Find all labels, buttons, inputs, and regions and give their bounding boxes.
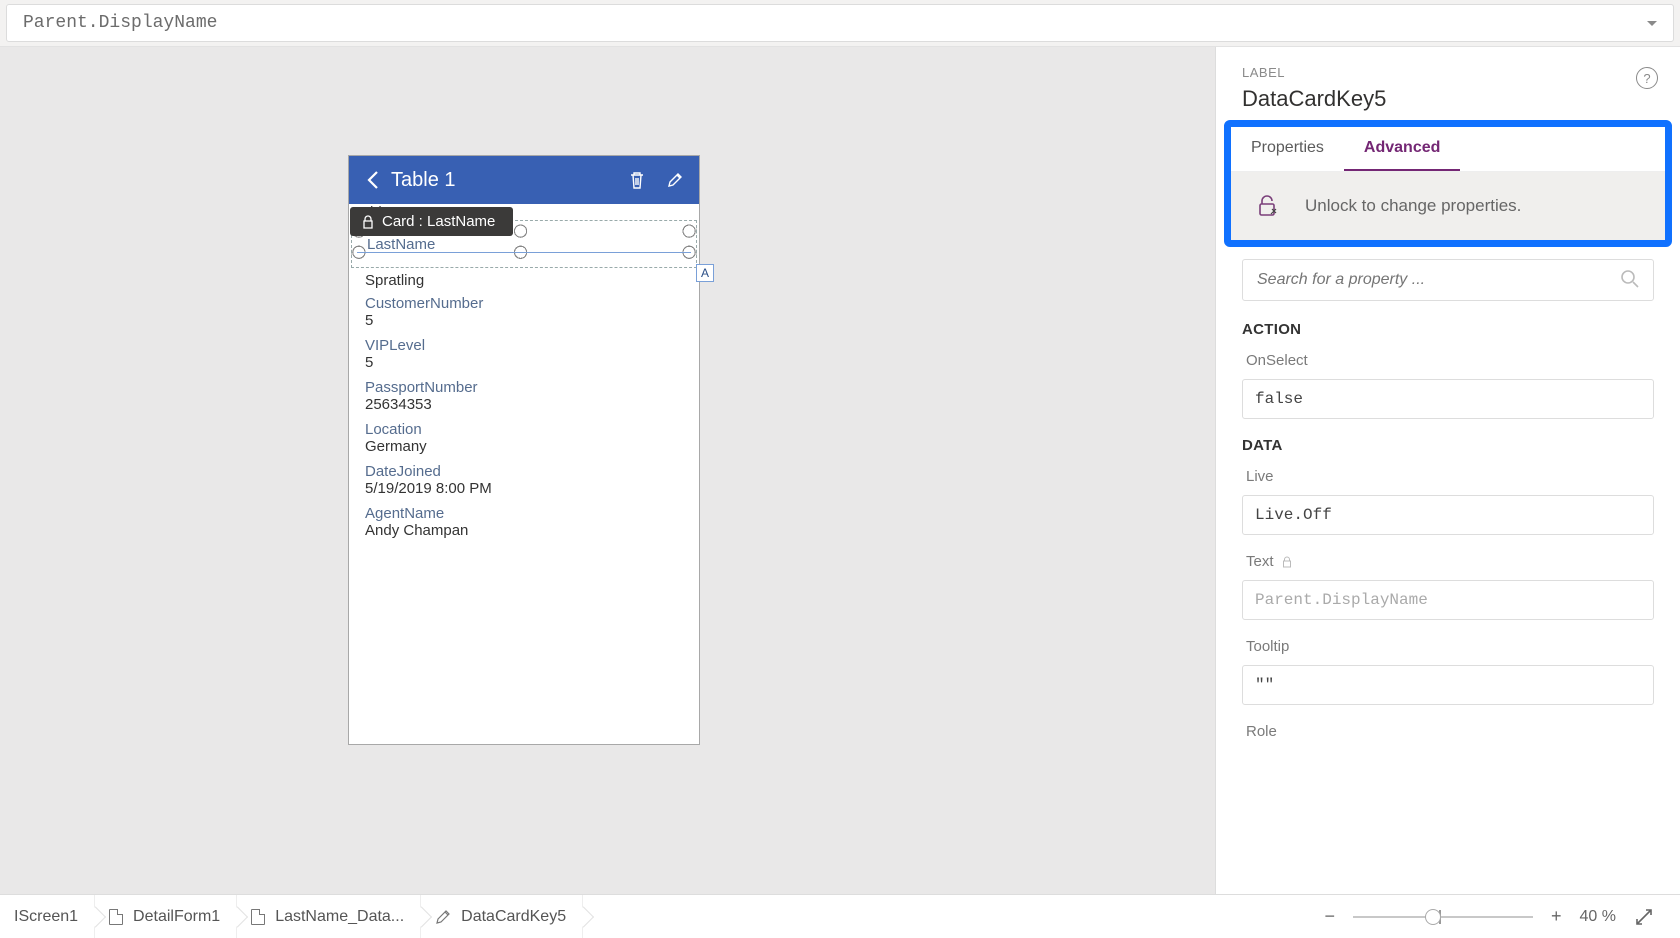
selected-label: LastName bbox=[367, 236, 435, 253]
tab-advanced[interactable]: Advanced bbox=[1344, 127, 1460, 171]
main-area: Table 1 dd LastName A Spratling bbox=[0, 47, 1680, 894]
breadcrumb-label: DetailForm1 bbox=[133, 908, 220, 926]
field-value: Andy Champan bbox=[365, 522, 683, 539]
control-type-label: LABEL bbox=[1242, 65, 1654, 80]
breadcrumb-label: LastName_Data... bbox=[275, 908, 404, 926]
lock-icon bbox=[362, 215, 374, 229]
control-name: DataCardKey5 bbox=[1242, 86, 1654, 112]
document-icon bbox=[109, 909, 123, 925]
property-search[interactable] bbox=[1242, 259, 1654, 301]
zoom-controls: − + 40 % bbox=[1325, 906, 1680, 927]
prop-label-text-text: Text bbox=[1246, 553, 1274, 570]
zoom-slider[interactable] bbox=[1353, 916, 1533, 918]
panel-body: ACTION OnSelect false DATA Live Live.Off… bbox=[1216, 247, 1680, 762]
field-value: Germany bbox=[365, 438, 683, 455]
unlock-icon bbox=[1251, 190, 1283, 222]
prop-label-live: Live bbox=[1246, 468, 1650, 485]
field-row[interactable]: DateJoined 5/19/2019 8:00 PM bbox=[349, 461, 699, 503]
prop-field-tooltip[interactable]: "" bbox=[1242, 665, 1654, 705]
app-preview[interactable]: Table 1 dd LastName A Spratling bbox=[348, 155, 700, 745]
help-icon[interactable]: ? bbox=[1636, 67, 1658, 89]
field-row[interactable]: PassportNumber 25634353 bbox=[349, 377, 699, 419]
field-row[interactable]: Location Germany bbox=[349, 419, 699, 461]
tab-row: Properties Advanced bbox=[1231, 127, 1665, 172]
search-icon bbox=[1618, 267, 1642, 291]
section-data: DATA bbox=[1242, 437, 1654, 454]
field-value: 25634353 bbox=[365, 396, 683, 413]
chevron-down-icon[interactable] bbox=[1647, 21, 1657, 26]
breadcrumb-screen[interactable]: IScreen1 bbox=[0, 895, 95, 938]
document-icon bbox=[251, 909, 265, 925]
canvas[interactable]: Table 1 dd LastName A Spratling bbox=[0, 47, 1215, 894]
prop-field-onselect[interactable]: false bbox=[1242, 379, 1654, 419]
field-value: 5/19/2019 8:00 PM bbox=[365, 480, 683, 497]
field-label: VIPLevel bbox=[365, 337, 683, 354]
alignment-indicator: A bbox=[696, 264, 714, 282]
property-search-input[interactable] bbox=[1242, 259, 1654, 301]
section-action: ACTION bbox=[1242, 321, 1654, 338]
panel-header: LABEL DataCardKey5 ? bbox=[1216, 47, 1680, 116]
field-label: DateJoined bbox=[365, 463, 683, 480]
pencil-icon bbox=[435, 909, 451, 925]
prop-label-role: Role bbox=[1246, 723, 1650, 740]
formula-input[interactable]: Parent.DisplayName bbox=[6, 4, 1674, 42]
breadcrumb-label: IScreen1 bbox=[14, 908, 78, 926]
trash-icon[interactable] bbox=[623, 166, 651, 194]
field-label: AgentName bbox=[365, 505, 683, 522]
field-label: CustomerNumber bbox=[365, 295, 683, 312]
lock-icon bbox=[1282, 556, 1292, 568]
properties-panel: LABEL DataCardKey5 ? Properties Advanced… bbox=[1215, 47, 1680, 894]
back-icon[interactable] bbox=[359, 166, 387, 194]
field-label: Location bbox=[365, 421, 683, 438]
zoom-percent: 40 % bbox=[1580, 908, 1616, 926]
card-badge: Card : LastName bbox=[350, 207, 513, 236]
prop-label-text: Text bbox=[1246, 553, 1650, 570]
formula-bar: Parent.DisplayName bbox=[0, 0, 1680, 47]
edit-icon[interactable] bbox=[661, 166, 689, 194]
field-row[interactable]: AgentName Andy Champan bbox=[349, 503, 699, 545]
preview-title: Table 1 bbox=[391, 169, 623, 192]
card-badge-text: Card : LastName bbox=[382, 213, 495, 230]
breadcrumb-label: DataCardKey5 bbox=[461, 908, 566, 926]
tab-properties[interactable]: Properties bbox=[1231, 127, 1344, 171]
breadcrumb-datacard[interactable]: LastName_Data... bbox=[237, 895, 421, 938]
zoom-in-button[interactable]: + bbox=[1551, 906, 1562, 927]
highlighted-region: Properties Advanced Unlock to change pro… bbox=[1224, 120, 1672, 247]
prop-label-onselect: OnSelect bbox=[1246, 352, 1650, 369]
expand-icon[interactable] bbox=[1634, 907, 1654, 927]
field-row[interactable]: CustomerNumber 5 bbox=[349, 293, 699, 335]
status-bar: IScreen1 DetailForm1 LastName_Data... Da… bbox=[0, 894, 1680, 938]
unlock-banner[interactable]: Unlock to change properties. bbox=[1231, 172, 1665, 240]
prop-label-tooltip: Tooltip bbox=[1246, 638, 1650, 655]
breadcrumb-key[interactable]: DataCardKey5 bbox=[421, 895, 583, 938]
card-list: dd LastName A Spratling CustomerNumber 5… bbox=[349, 204, 699, 551]
selected-value: Spratling bbox=[349, 272, 699, 289]
zoom-out-button[interactable]: − bbox=[1325, 906, 1336, 927]
field-value: 5 bbox=[365, 312, 683, 329]
preview-header: Table 1 bbox=[349, 156, 699, 204]
prop-field-live[interactable]: Live.Off bbox=[1242, 495, 1654, 535]
field-label: PassportNumber bbox=[365, 379, 683, 396]
breadcrumb-form[interactable]: DetailForm1 bbox=[95, 895, 237, 938]
field-value: 5 bbox=[365, 354, 683, 371]
prop-field-text[interactable]: Parent.DisplayName bbox=[1242, 580, 1654, 620]
field-row[interactable]: VIPLevel 5 bbox=[349, 335, 699, 377]
formula-text: Parent.DisplayName bbox=[23, 13, 217, 33]
unlock-text: Unlock to change properties. bbox=[1305, 196, 1521, 216]
